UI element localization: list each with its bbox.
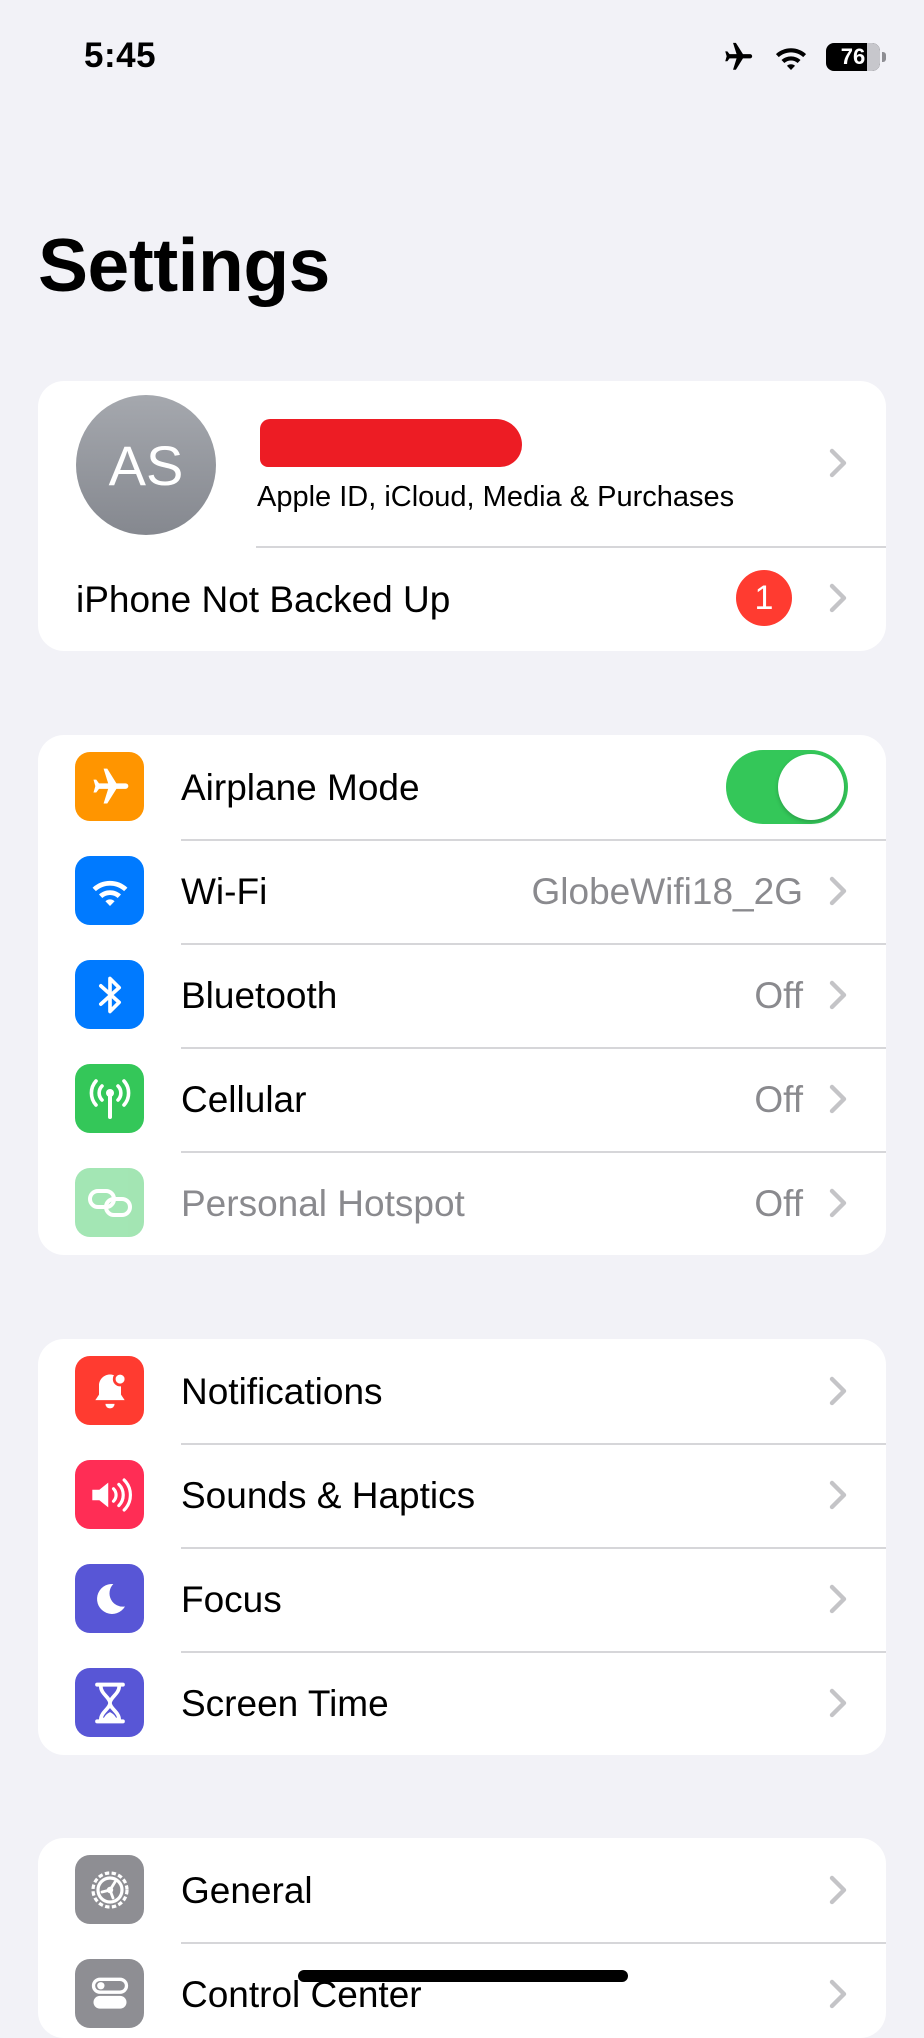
notifications-row[interactable]: Notifications (38, 1339, 886, 1443)
sounds-haptics-label: Sounds & Haptics (181, 1475, 476, 1516)
redacted-account-name (260, 419, 522, 467)
wifi-row[interactable]: Wi-Fi GlobeWifi18_2G (38, 839, 886, 943)
backup-label: iPhone Not Backed Up (76, 579, 451, 620)
bluetooth-icon (75, 960, 144, 1029)
wifi-network-value: GlobeWifi18_2G (531, 871, 803, 912)
bell-icon (75, 1356, 144, 1425)
chevron-right-icon (829, 1584, 847, 1614)
apple-id-row[interactable]: AS Apple ID, iCloud, Media & Purchases (38, 381, 886, 546)
notifications-group: Notifications Sounds & Haptics Focus Scr… (38, 1339, 886, 1755)
hotspot-link-icon (75, 1168, 144, 1237)
personal-hotspot-row[interactable]: Personal Hotspot Off (38, 1151, 886, 1255)
avatar: AS (76, 395, 216, 535)
toggles-icon (75, 1959, 144, 2028)
sounds-haptics-row[interactable]: Sounds & Haptics (38, 1443, 886, 1547)
chevron-right-icon (829, 1084, 847, 1114)
control-center-row[interactable]: Control Center (38, 1942, 886, 2038)
connectivity-group: Airplane Mode Wi-Fi GlobeWifi18_2G Bluet… (38, 735, 886, 1255)
personal-hotspot-value: Off (754, 1183, 803, 1224)
bluetooth-value: Off (754, 975, 803, 1016)
chevron-right-icon (829, 980, 847, 1010)
cellular-row[interactable]: Cellular Off (38, 1047, 886, 1151)
wifi-label: Wi-Fi (181, 871, 268, 912)
general-row[interactable]: General (38, 1838, 886, 1942)
status-time: 5:45 (84, 36, 157, 75)
chevron-right-icon (829, 1688, 847, 1718)
home-indicator[interactable] (298, 1970, 628, 1982)
wifi-status-icon (775, 48, 807, 70)
bluetooth-row[interactable]: Bluetooth Off (38, 943, 886, 1047)
airplane-mode-label: Airplane Mode (181, 767, 420, 808)
notification-badge: 1 (736, 570, 792, 626)
page-title: Settings (38, 223, 330, 307)
hourglass-icon (75, 1668, 144, 1737)
chevron-right-icon (829, 1376, 847, 1406)
cellular-label: Cellular (181, 1079, 307, 1120)
moon-icon (75, 1564, 144, 1633)
battery-icon: 76 (826, 43, 886, 71)
personal-hotspot-label: Personal Hotspot (181, 1183, 465, 1224)
screen-time-label: Screen Time (181, 1683, 389, 1724)
chevron-right-icon (829, 448, 847, 478)
airplane-icon (75, 752, 144, 821)
battery-level: 76 (840, 44, 866, 69)
airplane-status-icon (725, 42, 753, 70)
chevron-right-icon (829, 1875, 847, 1905)
backup-warning-row[interactable]: iPhone Not Backed Up 1 (38, 546, 886, 651)
general-group: General Control Center (38, 1838, 886, 2038)
speaker-icon (75, 1460, 144, 1529)
bluetooth-label: Bluetooth (181, 975, 338, 1016)
screen-time-row[interactable]: Screen Time (38, 1651, 886, 1755)
wifi-icon (75, 856, 144, 925)
cellular-antenna-icon (75, 1064, 144, 1133)
chevron-right-icon (829, 1480, 847, 1510)
cellular-value: Off (754, 1079, 803, 1120)
general-label: General (181, 1870, 313, 1911)
focus-row[interactable]: Focus (38, 1547, 886, 1651)
notifications-label: Notifications (181, 1371, 383, 1412)
status-bar: 5:45 76 (0, 0, 924, 110)
focus-label: Focus (181, 1579, 282, 1620)
gear-icon (75, 1855, 144, 1924)
chevron-right-icon (829, 1188, 847, 1218)
chevron-right-icon (829, 1979, 847, 2009)
airplane-mode-toggle[interactable] (726, 750, 848, 824)
chevron-right-icon (829, 876, 847, 906)
chevron-right-icon (829, 583, 847, 613)
status-icons: 76 (720, 40, 886, 74)
airplane-mode-row: Airplane Mode (38, 735, 886, 839)
apple-id-subtitle: Apple ID, iCloud, Media & Purchases (257, 481, 735, 513)
account-group: AS Apple ID, iCloud, Media & Purchases i… (38, 381, 886, 651)
